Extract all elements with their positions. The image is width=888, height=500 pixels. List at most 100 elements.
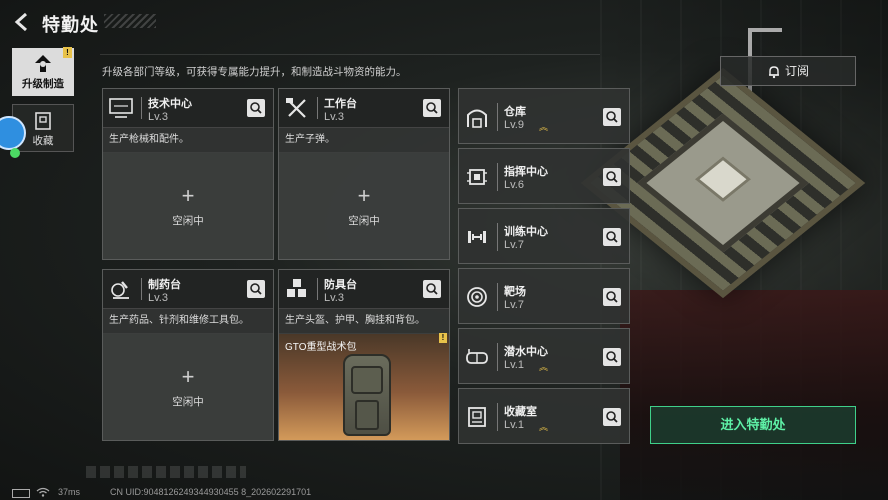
online-status-dot [10, 148, 20, 158]
divider [497, 223, 498, 251]
subscribe-button[interactable]: 订阅 [720, 56, 856, 86]
card-level: Lv.3 [324, 292, 344, 304]
workshop-card-tech-center[interactable]: 技术中心 Lv.3 生产枪械和配件。 + 空闲中 [102, 88, 274, 260]
divider [317, 278, 318, 300]
search-icon[interactable] [247, 280, 265, 298]
card-level: Lv.3 [148, 292, 168, 304]
notification-badge: ! [63, 47, 72, 58]
card-description: 生产子弹。 [279, 128, 449, 153]
dumbbell-icon [468, 231, 486, 243]
ping-value: 37ms [58, 487, 81, 497]
production-slot[interactable]: + 空闲中 [103, 153, 273, 259]
search-icon[interactable] [603, 168, 621, 186]
tools-icon [286, 98, 306, 118]
monitor-icon [109, 98, 133, 118]
facility-level: Lv.6 [504, 179, 524, 191]
facility-level: Lv.1 [504, 419, 524, 431]
facility-shooting-range[interactable]: 靶场 Lv.7 [458, 268, 630, 324]
facility-warehouse[interactable]: 仓库 Lv.9 ︽ [458, 88, 630, 144]
card-title: 防具台 [324, 279, 357, 291]
wifi-icon [36, 487, 50, 497]
facility-name: 仓库 [504, 106, 526, 118]
upgrade-available-icon: ︽ [539, 122, 549, 132]
facility-collection-room[interactable]: 收藏室 Lv.1 ︽ [458, 388, 630, 444]
card-header: 防具台 Lv.3 [279, 270, 449, 309]
slot-status: 空闲中 [172, 215, 204, 227]
divider [497, 163, 498, 191]
search-icon[interactable] [603, 108, 621, 126]
battery-icon [12, 489, 30, 498]
workshop-card-workbench[interactable]: 工作台 Lv.3 生产子弹。 + 空闲中 [278, 88, 450, 260]
microscope-icon [111, 281, 129, 299]
title-decoration [104, 14, 156, 28]
user-uid: CN UID:9048126249344930455 8_20260229170… [110, 487, 312, 497]
workshop-card-pharmacy[interactable]: 制药台 Lv.3 生产药品、针剂和维修工具包。 + 空闲中 [102, 269, 274, 441]
tab-label: 收藏 [32, 135, 54, 147]
header: 特勤处 [0, 0, 600, 44]
search-icon[interactable] [603, 408, 621, 426]
armor-cubes-icon [287, 279, 306, 297]
divider [497, 283, 498, 311]
facility-level: Lv.9 [504, 119, 524, 131]
card-header: 制药台 Lv.3 [103, 270, 273, 309]
bottom-decoration [86, 466, 246, 478]
item-name: GTO重型战术包 [285, 342, 357, 353]
production-slot[interactable]: + 空闲中 [103, 334, 273, 440]
production-slot[interactable]: + 空闲中 [279, 153, 449, 259]
search-icon[interactable] [423, 280, 441, 298]
facility-command-center[interactable]: 指挥中心 Lv.6 [458, 148, 630, 204]
production-slot-item[interactable]: GTO重型战术包 ! [279, 333, 449, 440]
tab-upgrade-craft[interactable]: 升级制造 ! [12, 47, 74, 96]
card-level: Lv.3 [324, 111, 344, 123]
header-divider [100, 54, 600, 55]
divider [141, 97, 142, 119]
bell-icon [768, 66, 779, 79]
collection-room-icon [468, 407, 486, 427]
facility-name: 收藏室 [504, 406, 537, 418]
card-header: 工作台 Lv.3 [279, 89, 449, 128]
card-title: 技术中心 [148, 98, 192, 110]
facility-name: 指挥中心 [504, 166, 548, 178]
search-icon[interactable] [603, 348, 621, 366]
search-icon[interactable] [423, 99, 441, 117]
search-icon[interactable] [603, 228, 621, 246]
diving-mask-icon [466, 349, 488, 364]
facility-name: 训练中心 [504, 226, 548, 238]
card-title: 工作台 [324, 98, 357, 110]
tab-label: 升级制造 [22, 78, 64, 90]
facility-name: 靶场 [504, 286, 526, 298]
card-description: 生产药品、针剂和维修工具包。 [103, 309, 273, 334]
facility-level: Lv.7 [504, 239, 524, 251]
divider [497, 103, 498, 131]
divider [497, 403, 498, 431]
slot-status: 空闲中 [348, 215, 380, 227]
chip-icon [467, 169, 487, 185]
subscribe-label: 订阅 [784, 64, 809, 78]
card-level: Lv.3 [148, 111, 168, 123]
enter-special-ops-button[interactable]: 进入特勤处 [650, 406, 856, 444]
facility-diving-center[interactable]: 潜水中心 Lv.1 ︽ [458, 328, 630, 384]
card-title: 制药台 [148, 279, 181, 291]
search-icon[interactable] [247, 99, 265, 117]
plus-icon: + [181, 364, 195, 389]
divider [141, 278, 142, 300]
plus-icon: + [181, 183, 195, 208]
facility-training-center[interactable]: 训练中心 Lv.7 [458, 208, 630, 264]
cube-core [694, 156, 752, 202]
notification-badge: ! [439, 333, 447, 343]
card-header: 技术中心 Lv.3 [103, 89, 273, 128]
back-arrow-icon[interactable] [12, 12, 32, 32]
facility-level: Lv.7 [504, 299, 524, 311]
cube-inner-frame [637, 113, 809, 253]
search-icon[interactable] [603, 288, 621, 306]
facility-name: 潜水中心 [504, 346, 548, 358]
plus-icon: + [357, 183, 371, 208]
upgrade-available-icon: ︽ [539, 362, 549, 372]
upgrade-available-icon: ︽ [539, 422, 549, 432]
background-floor [620, 290, 888, 500]
warehouse-icon [467, 109, 487, 128]
workshop-card-armor-bench[interactable]: 防具台 Lv.3 生产头盔、护甲、胸挂和背包。 GTO重型战术包 ! [278, 269, 450, 441]
collection-icon [35, 112, 51, 130]
divider [497, 343, 498, 371]
card-description: 生产枪械和配件。 [103, 128, 273, 153]
